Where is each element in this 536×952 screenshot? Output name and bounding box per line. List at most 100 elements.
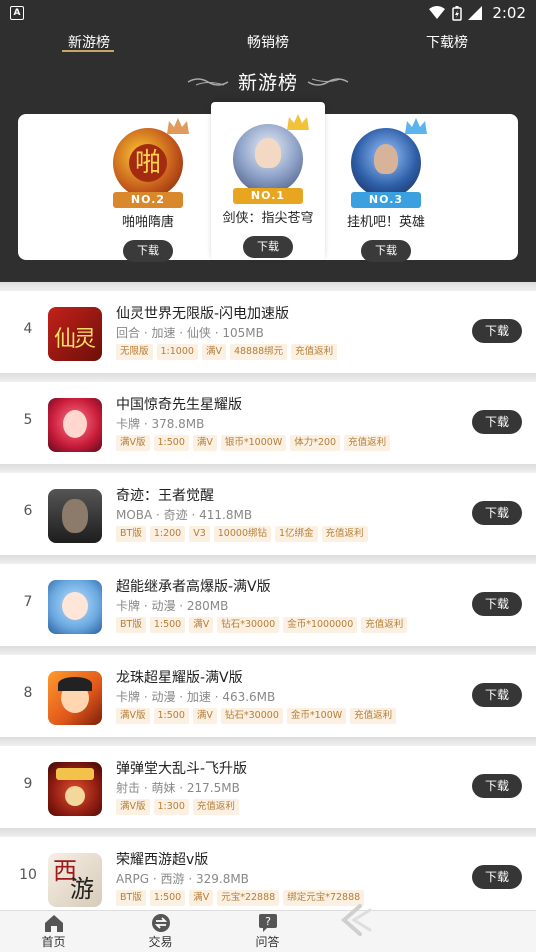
podium-card-rank-1[interactable]: NO.1 剑侠：指尖苍穹 下载: [208, 114, 328, 258]
game-name: 荣耀西游超v版: [116, 852, 209, 868]
tag: 1:300: [153, 799, 189, 815]
tab-active-indicator: [62, 50, 114, 52]
row-divider: [0, 282, 536, 291]
nav-home[interactable]: 首页: [0, 911, 107, 952]
tag-row: 满V版 1:500 满V 钻石*30000 金币*100W 充值返利: [116, 708, 397, 724]
podium-card-rank-2[interactable]: 啪 NO.2 啪啪隋唐 下载: [88, 118, 208, 262]
podium-card-rank-3[interactable]: NO.3 挂机吧！英雄 下载: [326, 118, 446, 262]
list-item[interactable]: 4 仙灵 仙灵世界无限版-闪电加速版 回合 · 加速 · 仙侠 · 105MB …: [0, 291, 536, 373]
home-icon: [44, 915, 63, 932]
back-gesture-arrow-icon[interactable]: [330, 900, 380, 940]
row-divider: [0, 646, 536, 655]
tab-bar: 新游榜 畅销榜 下载榜: [0, 26, 536, 62]
tag: 金币*1000000: [283, 617, 358, 633]
tag: 10000绑钻: [213, 526, 271, 542]
game-icon: 仙灵: [48, 307, 102, 361]
qa-icon: ?: [258, 914, 277, 932]
wifi-icon: [429, 6, 446, 19]
game-icon: [48, 671, 102, 725]
tag: 元宝*22888: [217, 890, 280, 906]
game-avatar: 啪: [113, 118, 189, 198]
tag: 1亿绑金: [275, 526, 318, 542]
game-name: 超能继承者高爆版-满V版: [116, 579, 271, 595]
game-icon: 西 游: [48, 853, 102, 907]
download-button[interactable]: 下载: [472, 319, 522, 343]
nav-qa[interactable]: ? 问答: [214, 911, 321, 952]
nav-trade[interactable]: 交易: [107, 911, 214, 952]
download-button[interactable]: 下载: [472, 410, 522, 434]
tag: 1:500: [153, 435, 189, 451]
nav-label: 问答: [255, 935, 280, 949]
tag: 钻石*30000: [220, 708, 283, 724]
podium-game-name: 剑侠：指尖苍穹: [222, 211, 314, 226]
tag: 1:500: [153, 708, 189, 724]
tab-bestsellers[interactable]: 畅销榜: [247, 32, 289, 52]
download-button[interactable]: 下载: [123, 240, 173, 262]
flourish-right-icon: [307, 78, 349, 86]
rank-number: 5: [23, 412, 33, 428]
game-meta: 回合 · 加速 · 仙侠 · 105MB: [116, 326, 264, 340]
tag: 满V版: [116, 435, 150, 451]
tag: BT版: [116, 890, 146, 906]
download-button[interactable]: 下载: [361, 240, 411, 262]
row-divider: [0, 737, 536, 746]
list-item[interactable]: 8 龙珠超星耀版-满V版 卡牌 · 动漫 · 加速 · 463.6MB 满V版 …: [0, 655, 536, 737]
game-name: 弹弹堂大乱斗-飞升版: [116, 761, 248, 777]
clock: 2:02: [492, 4, 526, 22]
tag: 满V: [189, 890, 214, 906]
game-name: 仙灵世界无限版-闪电加速版: [116, 306, 290, 322]
list-item[interactable]: 10 西 游 荣耀西游超v版 ARPG · 西游 · 329.8MB BT版 1…: [0, 837, 536, 919]
download-button[interactable]: 下载: [472, 592, 522, 616]
list-item[interactable]: 5 中国惊奇先生星耀版 卡牌 · 378.8MB 满V版 1:500 满V 银币…: [0, 382, 536, 464]
tag: V3: [189, 526, 210, 542]
tag: 充值返利: [344, 435, 391, 451]
podium-game-name: 挂机吧！英雄: [346, 215, 425, 230]
list-item[interactable]: 7 超能继承者高爆版-满V版 卡牌 · 动漫 · 280MB BT版 1:500…: [0, 564, 536, 646]
game-meta: 射击 · 萌妹 · 217.5MB: [116, 781, 240, 795]
tag: 满V: [189, 617, 214, 633]
list-item[interactable]: 6 奇迹：王者觉醒 MOBA · 奇迹 · 411.8MB BT版 1:200 …: [0, 473, 536, 555]
game-name: 奇迹：王者觉醒: [116, 488, 214, 504]
row-divider: [0, 828, 536, 837]
tag-row: 满V版 1:300 充值返利: [116, 799, 239, 815]
download-button[interactable]: 下载: [472, 774, 522, 798]
game-meta: 卡牌 · 动漫 · 280MB: [116, 599, 229, 613]
tag: 充值返利: [321, 526, 368, 542]
tag: 1:1000: [156, 344, 198, 360]
tag: 满V版: [116, 708, 150, 724]
game-avatar: [351, 118, 427, 198]
tag: 1:500: [149, 890, 186, 906]
crown-icon: [405, 118, 427, 134]
tag-row: 无限版 1:1000 满V 48888绑元 充值返利: [116, 344, 338, 360]
download-button[interactable]: 下载: [472, 865, 522, 889]
banner-title: 新游榜: [237, 72, 298, 94]
tab-downloads[interactable]: 下载榜: [426, 32, 468, 52]
battery-icon: [452, 5, 463, 21]
tag: 银币*1000W: [220, 435, 287, 451]
tag: 满V: [192, 708, 217, 724]
exchange-icon: [151, 914, 170, 932]
download-button[interactable]: 下载: [472, 501, 522, 525]
crown-icon: [167, 118, 189, 134]
game-icon: [48, 580, 102, 634]
tag: 充值返利: [361, 617, 408, 633]
tag: 满V: [192, 435, 217, 451]
list-item[interactable]: 9 弹弹堂大乱斗-飞升版 射击 · 萌妹 · 217.5MB 满V版 1:300…: [0, 746, 536, 828]
nav-label: 首页: [41, 935, 66, 949]
tag: 充值返利: [291, 344, 338, 360]
rank-ribbon: NO.3: [351, 192, 421, 208]
rank-number: 7: [23, 594, 33, 610]
download-button[interactable]: 下载: [243, 236, 293, 258]
game-avatar: [233, 114, 309, 194]
game-name: 龙珠超星耀版-满V版: [116, 670, 243, 686]
tag: 1:500: [149, 617, 186, 633]
rank-ribbon: NO.2: [113, 192, 183, 208]
download-button[interactable]: 下载: [472, 683, 522, 707]
row-divider: [0, 555, 536, 564]
tag: 1:200: [149, 526, 186, 542]
tag-row: BT版 1:200 V3 10000绑钻 1亿绑金 充值返利: [116, 526, 368, 542]
status-bar: A 2:02: [0, 0, 536, 26]
game-meta: MOBA · 奇迹 · 411.8MB: [116, 508, 253, 522]
crown-icon: [287, 114, 309, 130]
tab-new-games[interactable]: 新游榜: [68, 32, 110, 52]
